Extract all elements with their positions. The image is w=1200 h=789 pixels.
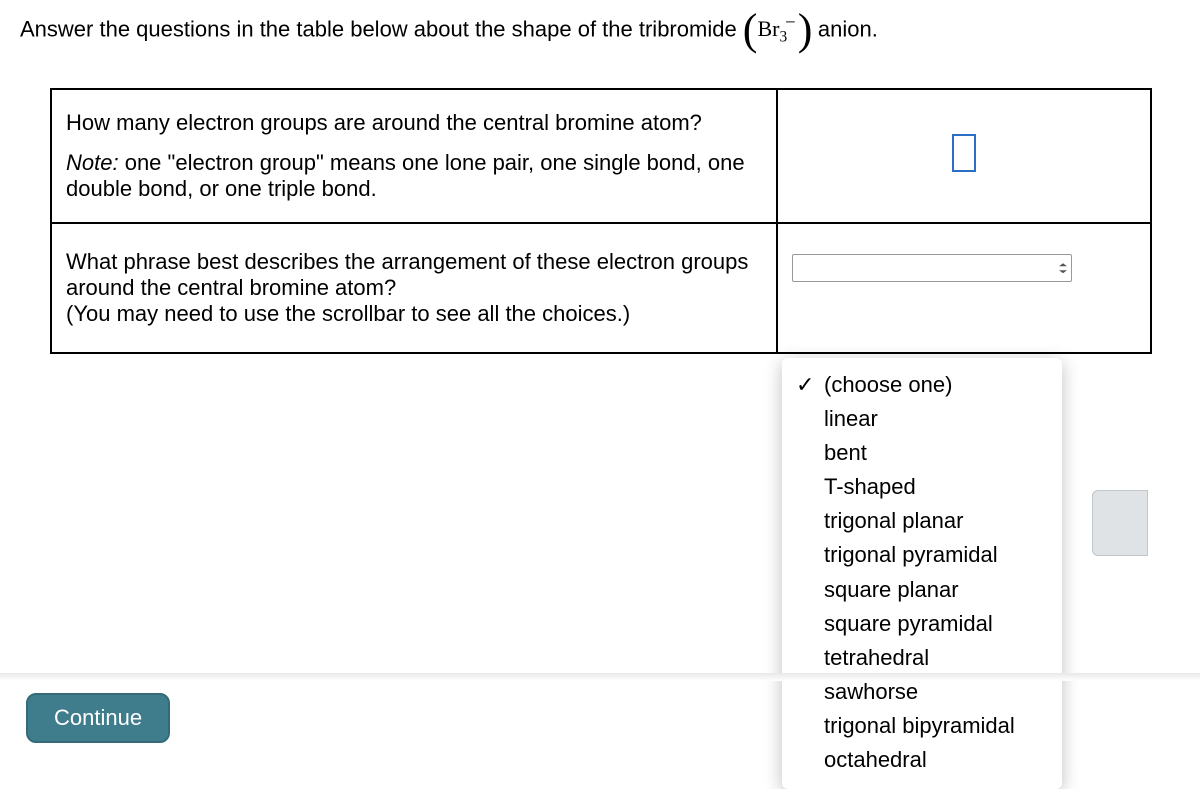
dropdown-option[interactable]: bent	[782, 436, 1062, 470]
question-text: How many electron groups are around the …	[66, 110, 762, 136]
pager-button[interactable]	[1092, 490, 1148, 556]
question-text: What phrase best describes the arrangeme…	[66, 249, 762, 301]
prompt-text-before: Answer the questions in the table below …	[20, 16, 743, 41]
note-body: one "electron group" means one lone pair…	[66, 150, 745, 201]
close-paren-icon: )	[798, 5, 813, 54]
electron-groups-input[interactable]	[952, 134, 976, 172]
question-table: How many electron groups are around the …	[50, 88, 1152, 354]
arrangement-dropdown[interactable]: (choose one) linear bent T-shaped trigon…	[782, 358, 1062, 789]
question-cell: How many electron groups are around the …	[51, 89, 777, 223]
answer-cell	[777, 89, 1151, 223]
answer-cell	[777, 223, 1151, 353]
dropdown-option[interactable]: trigonal bipyramidal	[782, 709, 1062, 743]
note-label: Note:	[66, 150, 119, 175]
dropdown-option[interactable]: T-shaped	[782, 470, 1062, 504]
prompt-text-after: anion.	[818, 16, 878, 41]
footer-separator	[0, 673, 1200, 681]
dropdown-option-selected[interactable]: (choose one)	[782, 368, 1062, 402]
formula-superscript: −	[785, 12, 796, 33]
table-row: What phrase best describes the arrangeme…	[51, 223, 1151, 353]
chemical-formula: (Br3−)	[743, 16, 818, 41]
question-prompt: Answer the questions in the table below …	[20, 10, 1180, 48]
dropdown-option[interactable]: square planar	[782, 573, 1062, 607]
continue-button[interactable]: Continue	[26, 693, 170, 743]
question-cell: What phrase best describes the arrangeme…	[51, 223, 777, 353]
dropdown-option[interactable]: octahedral	[782, 743, 1062, 777]
formula-base: Br	[757, 16, 779, 41]
question-hint: (You may need to use the scrollbar to se…	[66, 301, 762, 327]
dropdown-option[interactable]: square pyramidal	[782, 607, 1062, 641]
open-paren-icon: (	[743, 5, 758, 54]
dropdown-option[interactable]: tetrahedral	[782, 641, 1062, 675]
question-note: Note: one "electron group" means one lon…	[66, 150, 762, 202]
dropdown-option[interactable]: trigonal planar	[782, 504, 1062, 538]
table-row: How many electron groups are around the …	[51, 89, 1151, 223]
dropdown-option[interactable]: linear	[782, 402, 1062, 436]
dropdown-option[interactable]: trigonal pyramidal	[782, 538, 1062, 572]
arrangement-select[interactable]	[792, 254, 1072, 282]
